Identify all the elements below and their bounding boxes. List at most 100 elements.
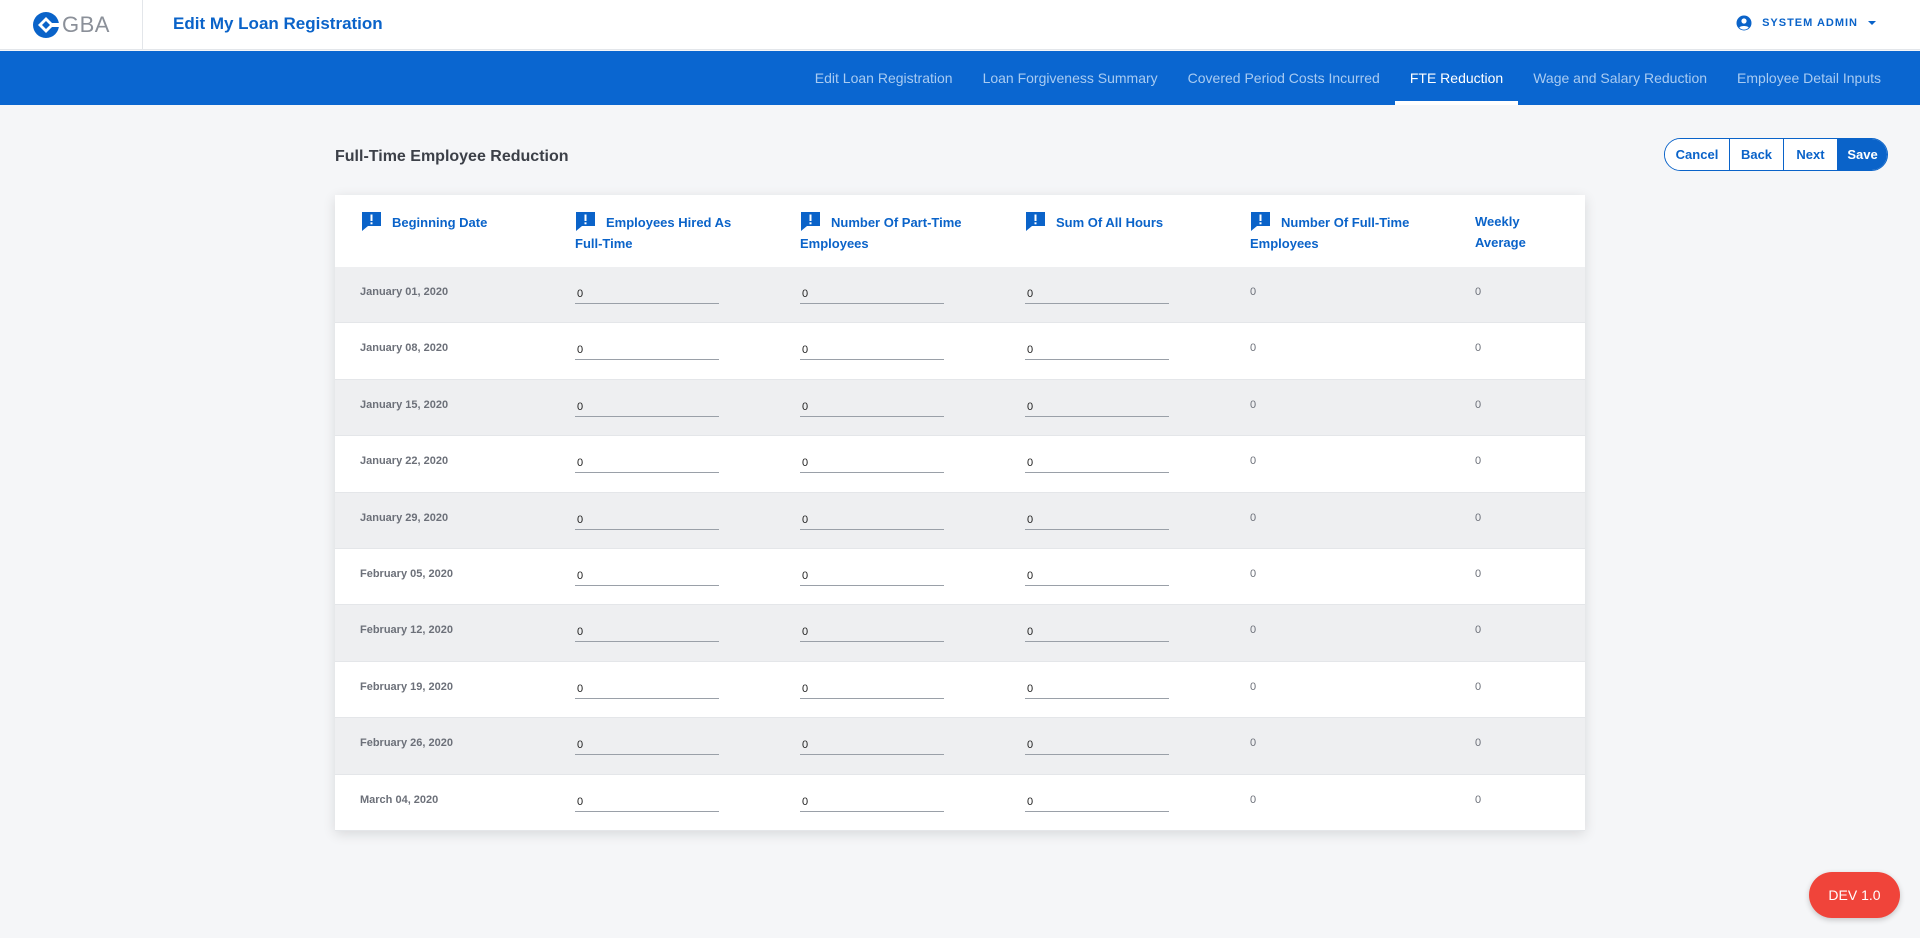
employees-hired-full-time-input[interactable] bbox=[575, 566, 719, 586]
alert-comment-icon[interactable] bbox=[361, 211, 382, 231]
beginning-date-cell: February 05, 2020 bbox=[360, 567, 453, 580]
beginning-date-cell: January 08, 2020 bbox=[360, 342, 449, 355]
employees-hired-full-time-input[interactable] bbox=[575, 679, 719, 699]
part-time-employees-input[interactable] bbox=[800, 566, 944, 586]
employees-hired-full-time-input[interactable] bbox=[575, 397, 719, 417]
table-row: January 08, 2020 0 0 bbox=[335, 323, 1585, 380]
weekly-average-value: 0 bbox=[1475, 737, 1482, 750]
table-body: January 01, 202000January 08, 202000Janu… bbox=[335, 267, 1585, 831]
full-time-employees-value: 0 bbox=[1250, 624, 1257, 637]
part-time-employees-input[interactable] bbox=[800, 792, 944, 812]
weekly-average-value: 0 bbox=[1475, 793, 1482, 806]
table-row: February 26, 2020 0 0 bbox=[335, 718, 1585, 775]
column-header-sum-of-all-hours: Sum Of All Hours bbox=[1025, 211, 1215, 233]
weekly-average-value: 0 bbox=[1475, 342, 1482, 355]
sum-of-hours-input[interactable] bbox=[1025, 285, 1169, 304]
beginning-date-cell: January 15, 2020 bbox=[360, 398, 449, 411]
sum-of-hours-input[interactable] bbox=[1025, 341, 1169, 361]
employees-hired-full-time-input[interactable] bbox=[575, 454, 719, 474]
employees-hired-full-time-input[interactable] bbox=[575, 510, 719, 530]
sum-of-hours-input[interactable] bbox=[1025, 510, 1169, 530]
full-time-employees-value: 0 bbox=[1250, 286, 1257, 298]
employees-hired-full-time-input[interactable] bbox=[575, 623, 719, 643]
full-time-employees-value: 0 bbox=[1250, 511, 1257, 524]
next-button[interactable]: Next bbox=[1783, 139, 1837, 170]
column-header-label: Number Of Full-Time Employees bbox=[1250, 215, 1410, 251]
column-header-number-of-full-time-employees: Number Of Full-Time Employees bbox=[1250, 211, 1440, 254]
beginning-date-cell: January 29, 2020 bbox=[360, 511, 449, 524]
nav-tabs: Edit Loan Registration Loan Forgiveness S… bbox=[800, 51, 1896, 105]
header-divider bbox=[142, 0, 143, 50]
employees-hired-full-time-input[interactable] bbox=[575, 792, 719, 812]
action-button-group: Cancel Back Next Save bbox=[1664, 138, 1888, 171]
sum-of-hours-input[interactable] bbox=[1025, 566, 1169, 586]
tab-fte-reduction[interactable]: FTE Reduction bbox=[1394, 51, 1519, 105]
table-row: February 12, 2020 0 0 bbox=[335, 605, 1585, 662]
table-row: March 04, 2020 0 0 bbox=[335, 774, 1585, 831]
cancel-button[interactable]: Cancel bbox=[1665, 139, 1729, 170]
sum-of-hours-input[interactable] bbox=[1025, 454, 1169, 474]
table-row: January 29, 2020 0 0 bbox=[335, 492, 1585, 549]
user-menu[interactable]: SYSTEM ADMIN bbox=[1736, 15, 1876, 31]
sum-of-hours-input[interactable] bbox=[1025, 623, 1169, 643]
employees-hired-full-time-input[interactable] bbox=[575, 285, 719, 304]
employees-hired-full-time-input[interactable] bbox=[575, 736, 719, 756]
column-header-label: Number Of Part-Time Employees bbox=[800, 215, 962, 251]
table-row: February 05, 2020 0 0 bbox=[335, 548, 1585, 606]
column-header-label: Weekly Average bbox=[1475, 214, 1526, 250]
alert-comment-icon[interactable] bbox=[1250, 211, 1271, 231]
page-title: Edit My Loan Registration bbox=[173, 14, 383, 33]
back-button[interactable]: Back bbox=[1729, 139, 1783, 170]
beginning-date-cell: January 22, 2020 bbox=[360, 455, 449, 468]
part-time-employees-input[interactable] bbox=[800, 623, 944, 643]
brand-logo[interactable]: GBA bbox=[32, 10, 110, 40]
part-time-employees-input[interactable] bbox=[800, 285, 944, 304]
fte-table-card: Beginning Date Employees Hired As Full-Ti… bbox=[335, 195, 1585, 831]
part-time-employees-input[interactable] bbox=[800, 397, 944, 417]
full-time-employees-value: 0 bbox=[1250, 567, 1257, 580]
navigation-bar: Edit Loan Registration Loan Forgiveness S… bbox=[0, 51, 1920, 105]
table-row: January 15, 2020 0 0 bbox=[335, 379, 1585, 437]
alert-comment-icon[interactable] bbox=[800, 211, 821, 231]
full-time-employees-value: 0 bbox=[1250, 342, 1257, 355]
weekly-average-value: 0 bbox=[1475, 455, 1482, 468]
dev-version-badge: DEV 1.0 bbox=[1809, 872, 1900, 918]
column-header-label: Sum Of All Hours bbox=[1056, 215, 1164, 230]
column-header-number-of-part-time-employees: Number Of Part-Time Employees bbox=[800, 211, 990, 254]
tab-covered-period-costs-incurred[interactable]: Covered Period Costs Incurred bbox=[1173, 51, 1395, 105]
weekly-average-value: 0 bbox=[1475, 624, 1482, 637]
tab-employee-detail-inputs[interactable]: Employee Detail Inputs bbox=[1722, 51, 1896, 105]
beginning-date-cell: March 04, 2020 bbox=[360, 793, 439, 806]
section-title: Full-Time Employee Reduction bbox=[335, 148, 569, 165]
chevron-down-icon bbox=[1868, 21, 1876, 25]
tab-wage-and-salary-reduction[interactable]: Wage and Salary Reduction bbox=[1518, 51, 1722, 105]
sum-of-hours-input[interactable] bbox=[1025, 397, 1169, 417]
part-time-employees-input[interactable] bbox=[800, 736, 944, 756]
table-header: Beginning Date Employees Hired As Full-Ti… bbox=[335, 195, 1585, 267]
full-time-employees-value: 0 bbox=[1250, 793, 1257, 806]
employees-hired-full-time-input[interactable] bbox=[575, 341, 719, 361]
column-header-weekly-average: Weekly Average bbox=[1475, 211, 1565, 253]
column-header-beginning-date: Beginning Date bbox=[361, 211, 551, 233]
gba-logo-icon bbox=[33, 12, 60, 38]
alert-comment-icon[interactable] bbox=[575, 211, 596, 231]
brand-text: GBA bbox=[62, 12, 110, 37]
tab-loan-forgiveness-summary[interactable]: Loan Forgiveness Summary bbox=[968, 51, 1173, 105]
full-time-employees-value: 0 bbox=[1250, 680, 1257, 693]
alert-comment-icon[interactable] bbox=[1025, 211, 1046, 231]
part-time-employees-input[interactable] bbox=[800, 454, 944, 474]
full-time-employees-value: 0 bbox=[1250, 398, 1257, 411]
column-header-label: Employees Hired As Full-Time bbox=[575, 215, 732, 251]
column-header-employees-hired-as-full-time: Employees Hired As Full-Time bbox=[575, 211, 755, 254]
part-time-employees-input[interactable] bbox=[800, 679, 944, 699]
tab-edit-loan-registration[interactable]: Edit Loan Registration bbox=[800, 51, 968, 105]
full-time-employees-value: 0 bbox=[1250, 455, 1257, 468]
table-row: January 22, 2020 0 0 bbox=[335, 436, 1585, 493]
save-button[interactable]: Save bbox=[1837, 139, 1887, 170]
sum-of-hours-input[interactable] bbox=[1025, 679, 1169, 699]
part-time-employees-input[interactable] bbox=[800, 341, 944, 361]
sum-of-hours-input[interactable] bbox=[1025, 792, 1169, 812]
part-time-employees-input[interactable] bbox=[800, 510, 944, 530]
weekly-average-value: 0 bbox=[1475, 680, 1482, 693]
sum-of-hours-input[interactable] bbox=[1025, 736, 1169, 756]
